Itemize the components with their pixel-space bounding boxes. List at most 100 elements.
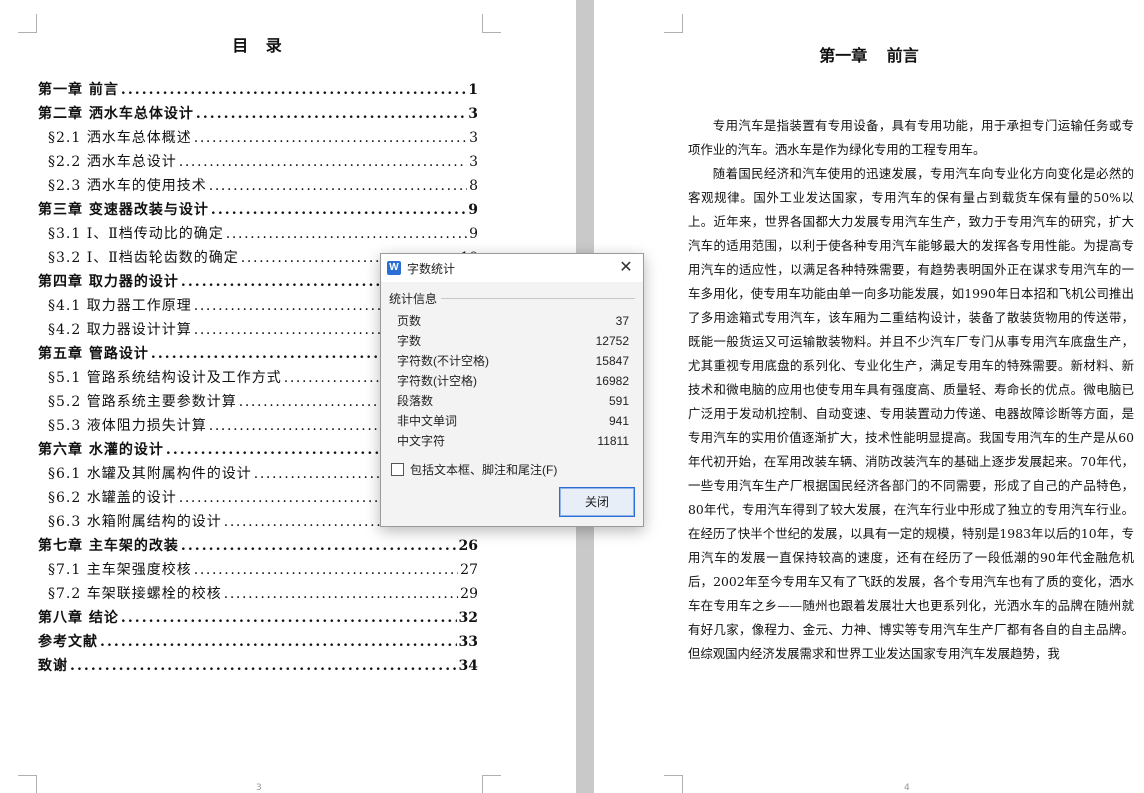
stat-label: 段落数 xyxy=(397,394,434,408)
close-button[interactable]: 关闭 xyxy=(559,487,635,517)
toc-entry-page: 3 xyxy=(468,106,478,122)
stat-value: 12752 xyxy=(595,334,629,348)
toc-entry[interactable]: §2.3 洒水车的使用技术 8 xyxy=(38,174,478,198)
toc-entry-title: 第五章 管路设计 xyxy=(38,346,149,362)
stat-row: 非中文单词 941 xyxy=(397,411,629,431)
toc-entry[interactable]: 第三章 变速器改装与设计 9 xyxy=(38,198,478,222)
toc-title: 目 录 xyxy=(232,36,288,55)
toc-leader-dots xyxy=(211,198,466,222)
stats-group-label: 统计信息 xyxy=(389,292,438,306)
toc-entry-page: 3 xyxy=(469,154,478,170)
stat-value: 15847 xyxy=(595,354,629,368)
toc-entry-title: §7.1 主车架强度校核 xyxy=(48,562,192,578)
chapter-title: 第一章 前言 xyxy=(819,46,919,65)
toc-entry-title: 第七章 主车架的改装 xyxy=(38,538,179,554)
toc-entry-page: 9 xyxy=(469,226,478,242)
toc-entry[interactable]: §3.1 Ⅰ、Ⅱ档传动比的确定 9 xyxy=(38,222,478,246)
toc-entry-title: §5.1 管路系统结构设计及工作方式 xyxy=(48,370,282,386)
toc-entry-title: §2.3 洒水车的使用技术 xyxy=(48,178,207,194)
toc-leader-dots xyxy=(196,102,466,126)
stats-list: 页数 37 字数 12752 字符数(不计空格) 15847 字符数(计空格) 16982 段落… xyxy=(397,311,629,451)
checkbox-label: 包括文本框、脚注和尾注(F) xyxy=(410,463,558,477)
stat-row: 字符数(不计空格) 15847 xyxy=(397,351,629,371)
toc-entry[interactable]: §7.1 主车架强度校核 27 xyxy=(38,558,478,582)
stat-value: 16982 xyxy=(595,374,629,388)
include-textbox-checkbox[interactable] xyxy=(391,463,404,476)
crop-mark xyxy=(18,14,37,33)
body-paragraph: 随着国民经济和汽车使用的迅速发展，专用汽车向专业化方向变化是必然的客观规律。国外… xyxy=(688,166,1134,661)
toc-leader-dots xyxy=(70,654,457,678)
toc-entry-page: 34 xyxy=(458,658,478,674)
wps-writer-icon: W xyxy=(387,261,401,275)
toc-entry[interactable]: 第七章 主车架的改装 26 xyxy=(38,534,478,558)
toc-entry[interactable]: §2.2 洒水车总设计 3 xyxy=(38,150,478,174)
stat-value: 591 xyxy=(608,394,629,408)
toc-entry-title: §6.3 水箱附属结构的设计 xyxy=(48,514,222,530)
body-paragraph: 专用汽车是指装置有专用设备，具有专用功能，用于承担专门运输任务或专项作业的汽车。… xyxy=(688,118,1134,157)
stat-row: 字符数(计空格) 16982 xyxy=(397,371,629,391)
page-number: 4 xyxy=(904,783,910,793)
crop-mark xyxy=(18,775,37,793)
stats-group-header: 统计信息 xyxy=(389,290,635,307)
stat-value: 11811 xyxy=(597,434,629,448)
toc-leader-dots xyxy=(194,558,458,582)
toc-entry[interactable]: §2.1 洒水车总体概述 3 xyxy=(38,126,478,150)
toc-entry[interactable]: §7.2 车架联接螺栓的校核 29 xyxy=(38,582,478,606)
document-page-right: 第一章 前言 专用汽车是指装置有专用设备，具有专用功能，用于承担专门运输任务或专… xyxy=(594,0,1144,793)
toc-entry-title: §3.2 Ⅰ、Ⅱ档齿轮齿数的确定 xyxy=(48,250,239,266)
stat-value: 941 xyxy=(608,414,629,428)
divider xyxy=(441,298,635,299)
toc-leader-dots xyxy=(100,630,457,654)
stat-row: 中文字符 11811 xyxy=(397,431,629,451)
toc-leader-dots xyxy=(121,78,466,102)
toc-entry-title: §4.1 取力器工作原理 xyxy=(48,298,192,314)
toc-entry-title: 第三章 变速器改装与设计 xyxy=(38,202,209,218)
toc-entry-page: 3 xyxy=(469,130,478,146)
toc-entry[interactable]: 第八章 结论 32 xyxy=(38,606,478,630)
crop-mark xyxy=(664,775,683,793)
toc-leader-dots xyxy=(209,174,467,198)
stat-label: 中文字符 xyxy=(397,434,446,448)
toc-entry[interactable]: 第一章 前言 1 xyxy=(38,78,478,102)
dialog-titlebar[interactable]: W 字数统计 ✕ xyxy=(381,254,643,282)
toc-leader-dots xyxy=(224,582,458,606)
close-icon[interactable]: ✕ xyxy=(615,257,637,279)
stat-label: 字符数(不计空格) xyxy=(397,354,489,368)
toc-entry[interactable]: 致谢 34 xyxy=(38,654,478,678)
toc-entry-page: 8 xyxy=(469,178,478,194)
toc-entry[interactable]: 参考文献 33 xyxy=(38,630,478,654)
toc-entry-title: §2.2 洒水车总设计 xyxy=(48,154,177,170)
toc-entry-title: §3.1 Ⅰ、Ⅱ档传动比的确定 xyxy=(48,226,224,242)
toc-entry-title: 第一章 前言 xyxy=(38,82,119,98)
toc-entry-title: §6.1 水罐及其附属构件的设计 xyxy=(48,466,252,482)
toc-entry-title: §7.2 车架联接螺栓的校核 xyxy=(48,586,222,602)
toc-entry-page: 29 xyxy=(460,586,478,602)
toc-entry-page: 32 xyxy=(458,610,478,626)
stat-row: 段落数 591 xyxy=(397,391,629,411)
crop-mark xyxy=(482,14,501,33)
word-count-dialog: W 字数统计 ✕ 统计信息 页数 37 字数 12752 字符数(不计空格) 15847 字… xyxy=(380,253,644,527)
include-textbox-checkbox-row[interactable]: 包括文本框、脚注和尾注(F) xyxy=(391,461,643,478)
stat-value: 37 xyxy=(615,314,629,328)
stat-label: 字符数(计空格) xyxy=(397,374,477,388)
toc-entry-title: 第四章 取力器的设计 xyxy=(38,274,179,290)
toc-leader-dots xyxy=(194,126,467,150)
toc-leader-dots xyxy=(121,606,457,630)
crop-mark xyxy=(482,775,501,793)
toc-entry-title: §5.3 液体阻力损失计算 xyxy=(48,418,207,434)
toc-entry-page: 33 xyxy=(458,634,478,650)
stat-label: 页数 xyxy=(397,314,422,328)
toc-leader-dots xyxy=(179,150,467,174)
toc-entry-title: §5.2 管路系统主要参数计算 xyxy=(48,394,237,410)
stat-row: 页数 37 xyxy=(397,311,629,331)
stat-row: 字数 12752 xyxy=(397,331,629,351)
stat-label: 字数 xyxy=(397,334,422,348)
toc-leader-dots xyxy=(181,534,457,558)
stat-label: 非中文单词 xyxy=(397,414,458,428)
dialog-title: 字数统计 xyxy=(407,261,456,276)
toc-entry-title: 第六章 水灌的设计 xyxy=(38,442,164,458)
toc-entry-page: 9 xyxy=(468,202,478,218)
page-number: 3 xyxy=(256,783,262,793)
toc-entry[interactable]: 第二章 洒水车总体设计 3 xyxy=(38,102,478,126)
toc-entry-title: 第八章 结论 xyxy=(38,610,119,626)
